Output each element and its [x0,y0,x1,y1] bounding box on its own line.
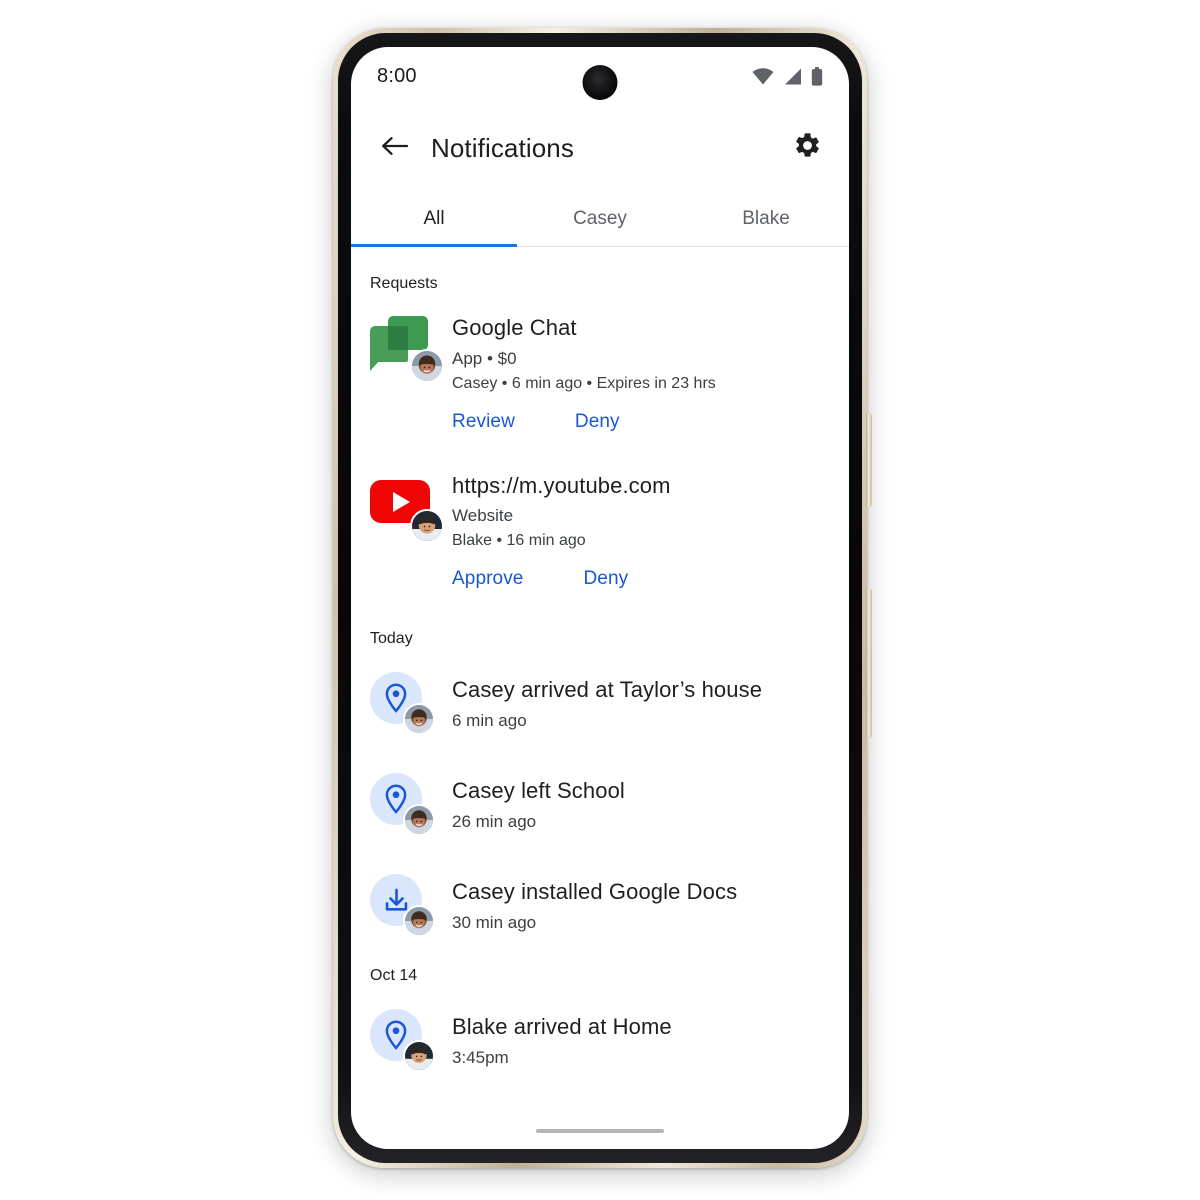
approve-button[interactable]: Approve [452,568,523,590]
deny-button[interactable]: Deny [583,568,628,590]
event-title: Casey installed Google Docs [452,879,738,904]
event-body: Casey installed Google Docs 30 min ago [452,874,831,933]
tab-blake-label: Blake [742,207,790,229]
event-title: Blake arrived at Home [452,1014,672,1039]
status-bar-icons [752,66,823,86]
casey-avatar [403,804,435,836]
deny-button[interactable]: Deny [575,411,620,433]
gear-icon [793,131,822,165]
event-time: 26 min ago [452,812,537,831]
blake-avatar [410,508,444,543]
tab-casey[interactable]: Casey [517,191,683,246]
event-icon-wrapper [370,1009,452,1072]
arrow-back-icon [381,134,409,163]
page-title: Notifications [431,132,574,163]
front-camera-punch-hole [582,65,618,100]
event-icon-wrapper [370,672,452,735]
request-actions: Review Deny [452,411,831,433]
request-body: https://m.youtube.com Website Blake • 16… [452,471,831,591]
power-button[interactable] [866,413,872,507]
status-bar-clock: 8:00 [377,64,417,87]
home-gesture-bar[interactable] [536,1129,664,1133]
section-heading-oct-14: Oct 14 [370,967,418,984]
event-body: Casey left School 26 min ago [452,773,831,832]
event-time: 3:45pm [452,1048,509,1067]
battery-icon [811,66,823,86]
event-row[interactable]: Casey arrived at Taylor’s house 6 min ag… [351,654,849,735]
event-icon-wrapper [370,874,452,937]
event-row[interactable]: Casey installed Google Docs 30 min ago [351,832,849,937]
event-icon-wrapper [370,773,452,836]
blake-avatar [403,1040,435,1072]
event-title: Casey left School [452,778,625,803]
event-title: Casey arrived at Taylor’s house [452,677,763,702]
wifi-icon [752,67,774,85]
back-button[interactable] [375,128,415,168]
request-meta: Blake • 16 min ago [452,532,586,549]
section-heading-requests: Requests [370,275,438,292]
phone-screen: 8:00 Notifications All Casey Blake Reque… [351,47,849,1149]
screenshot-stage: 8:00 Notifications All Casey Blake Reque… [0,0,1200,1200]
cellular-signal-icon [783,68,802,85]
tab-casey-label: Casey [573,207,627,229]
event-time: 6 min ago [452,711,527,730]
event-row[interactable]: Casey left School 26 min ago [351,731,849,836]
casey-avatar [403,703,435,735]
request-subtitle: Website [452,506,514,525]
tab-blake[interactable]: Blake [683,191,849,246]
casey-avatar [403,905,435,937]
request-row[interactable]: https://m.youtube.com Website Blake • 16… [351,433,849,591]
casey-avatar [410,349,444,383]
event-body: Blake arrived at Home 3:45pm [452,1009,831,1068]
status-bar: 8:00 [351,47,849,105]
request-title: Google Chat [452,315,577,340]
tab-all[interactable]: All [351,191,517,247]
request-subtitle: App • $0 [452,348,517,368]
request-row[interactable]: Google Chat App • $0 Casey • 6 min ago •… [351,299,849,433]
event-body: Casey arrived at Taylor’s house 6 min ag… [452,672,831,731]
request-icon-wrapper [370,313,452,433]
event-time: 30 min ago [452,913,537,932]
notifications-feed: Requests Google Chat App • $0 Casey • 6 … [351,247,849,1088]
request-meta: Casey • 6 min ago • Expires in 23 hrs [452,374,716,392]
request-icon-wrapper [370,471,452,591]
review-button[interactable]: Review [452,411,515,433]
tab-all-label: All [423,207,445,229]
request-title: https://m.youtube.com [452,472,671,498]
request-body: Google Chat App • $0 Casey • 6 min ago •… [452,313,831,433]
volume-rocker-button[interactable] [866,588,872,738]
event-row[interactable]: Blake arrived at Home 3:45pm [351,991,849,1072]
section-heading-today: Today [370,630,413,647]
request-actions: Approve Deny [452,568,831,590]
app-bar: Notifications [351,105,849,191]
settings-button[interactable] [787,128,827,168]
tab-bar: All Casey Blake [351,191,849,247]
